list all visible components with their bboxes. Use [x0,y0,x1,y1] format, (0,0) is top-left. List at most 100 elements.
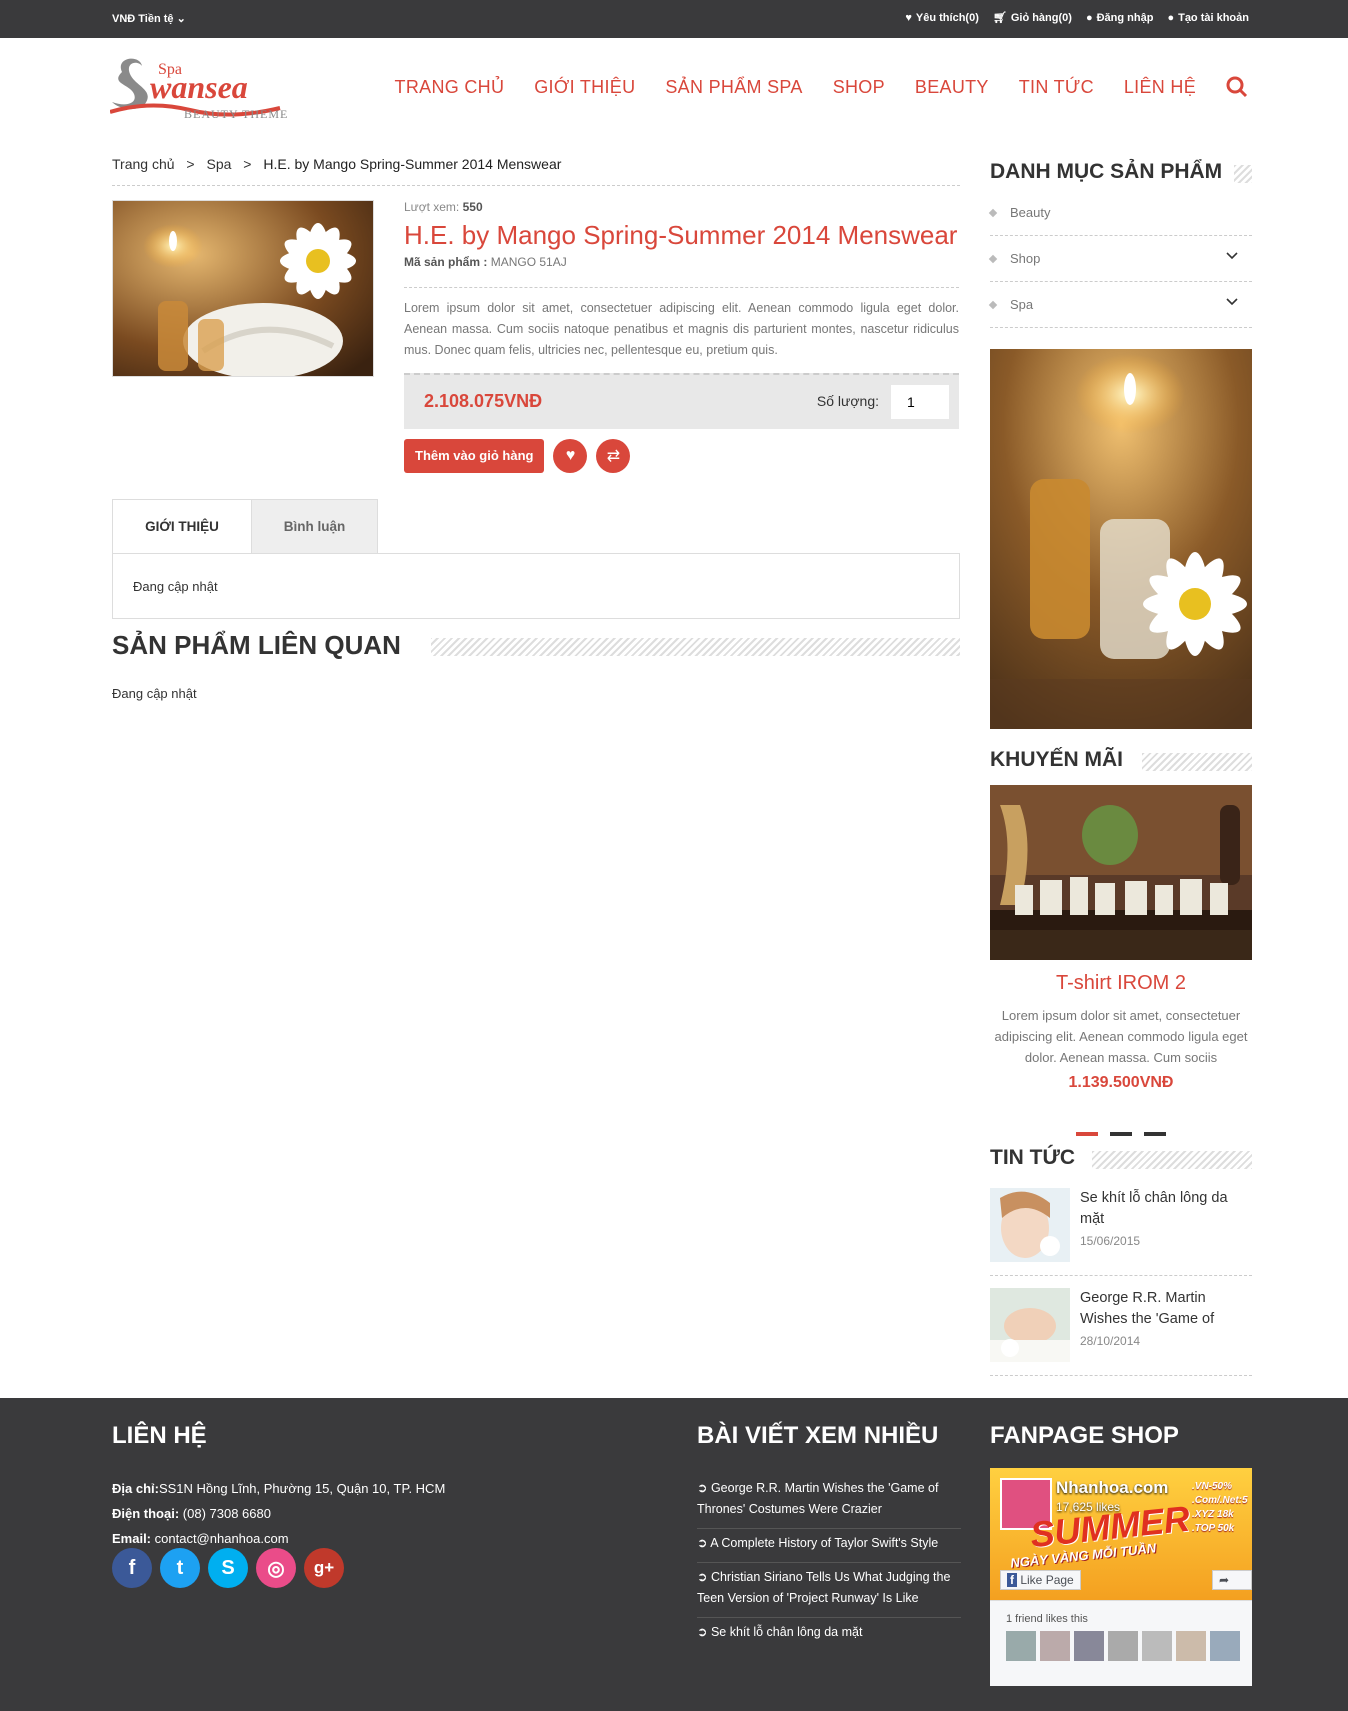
nav-shop[interactable]: SHOP [833,77,885,98]
sidebar-promotions: KHUYẾN MÃI T-shirt IROM 2 Lorem ipsum do… [990,748,1252,1136]
popular-post-item[interactable]: ➲ Se khít lỗ chân lông da mặt [697,1618,961,1651]
site-footer: LIÊN HỆ Địa chỉ:SS1N Hồng Lĩnh, Phường 1… [0,1398,1348,1711]
nav-news[interactable]: TIN TỨC [1019,77,1094,98]
breadcrumb-home[interactable]: Trang chủ [112,156,175,172]
avatar[interactable] [1210,1631,1240,1661]
nav-about[interactable]: GIỚI THIỆU [534,77,635,98]
news-title-link[interactable]: George R.R. Martin Wishes the 'Game of [1080,1288,1252,1330]
tab-comments[interactable]: Bình luận [252,499,378,553]
add-to-cart-button[interactable]: Thêm vào giỏ hàng [404,439,545,473]
chevron-right-circle-icon: ➲ [697,1570,711,1584]
currency-selector[interactable]: VNĐ Tiền tệ ⌄ [112,12,186,25]
popular-post-title: Se khít lỗ chân lông da mặt [710,1625,863,1639]
fb-share-button[interactable]: ➦ [1212,1570,1252,1590]
cart-label: Giỏ hàng(0) [1010,11,1072,24]
avatar[interactable] [1108,1631,1138,1661]
fb-like-label: Like Page [1020,1573,1074,1587]
product-tabs: GIỚI THIỆU Bình luận Đang cập nhật [112,499,960,619]
fb-page-name[interactable]: Nhanhoa.com [1056,1478,1168,1498]
site-logo[interactable]: Spa wansea BEAUTY THEME [109,52,300,122]
news-thumbnail[interactable] [990,1288,1070,1362]
category-item-spa[interactable]: Spa [988,282,1252,328]
heading-stripes [1092,1151,1252,1169]
carousel-dot[interactable] [1110,1132,1132,1136]
nav-spa-products[interactable]: SẢN PHẨM SPA [665,77,802,98]
address-label: Địa chỉ: [112,1481,159,1496]
search-icon[interactable] [1226,76,1248,98]
avatar[interactable] [1006,1631,1036,1661]
address-value: SS1N Hồng Lĩnh, Phường 15, Quận 10, TP. … [158,1481,446,1496]
fb-like-button[interactable]: f Like Page [1000,1570,1081,1590]
promotions-title: KHUYẾN MÃI [990,748,1136,772]
chevron-right-circle-icon: ➲ [697,1625,711,1639]
related-products-empty: Đang cập nhật [112,686,197,701]
domain-price: .Com/.Net:5 [1192,1495,1248,1506]
category-label: Beauty [1010,205,1051,220]
news-item[interactable]: George R.R. Martin Wishes the 'Game of 28… [990,1276,1252,1376]
chevron-down-icon: ⌄ [176,13,186,25]
carousel-dot[interactable] [1076,1132,1098,1136]
social-links: f t S ◎ g+ [112,1548,344,1588]
news-thumbnail[interactable] [990,1188,1070,1262]
promo-product-name[interactable]: T-shirt IROM 2 [990,972,1252,995]
add-to-wishlist-button[interactable]: ♥ [553,439,588,473]
avatar[interactable] [1142,1631,1172,1661]
product-info: Lượt xem: 550 H.E. by Mango Spring-Summe… [404,200,959,473]
bullet-icon [988,208,998,217]
google-plus-icon[interactable]: g+ [304,1548,344,1588]
sku-value: MANGO 51AJ [490,255,567,269]
quantity-input[interactable] [891,385,949,419]
popular-post-item[interactable]: ➲ George R.R. Martin Wishes the 'Game of… [697,1474,961,1529]
svg-text:wansea: wansea [150,69,248,105]
chevron-down-icon[interactable] [1226,252,1238,260]
wishlist-link[interactable]: ♥ Yêu thích(0) [905,11,978,24]
related-products-header: SẢN PHẨM LIÊN QUAN [112,630,960,666]
fb-friends: 1 friend likes this [990,1600,1252,1686]
chevron-right-circle-icon: ➲ [697,1481,711,1495]
nav-beauty[interactable]: BEAUTY [915,77,989,98]
fb-friend-avatars [1006,1631,1240,1661]
skype-icon[interactable]: S [208,1548,248,1588]
domain-price: .TOP 50k [1192,1523,1235,1534]
bullet-icon [988,300,998,309]
email-value[interactable]: contact@nhanhoa.com [155,1531,289,1546]
breadcrumb-current: H.E. by Mango Spring-Summer 2014 Menswea… [263,156,562,172]
popular-post-item[interactable]: ➲ A Complete History of Taylor Swift's S… [697,1529,961,1563]
bullet-icon [988,254,998,263]
nav-contact[interactable]: LIÊN HỆ [1124,77,1196,98]
facebook-page-widget[interactable]: Nhanhoa.com 17,625 likes .VN-50% .Com/.N… [990,1468,1252,1686]
breadcrumb-separator: > [186,156,195,172]
avatar[interactable] [1176,1631,1206,1661]
register-link[interactable]: ● Tạo tài khoản [1167,11,1249,24]
chevron-down-icon[interactable] [1226,298,1238,306]
facebook-icon[interactable]: f [112,1548,152,1588]
nav-home[interactable]: TRANG CHỦ [395,77,505,98]
dribbble-icon[interactable]: ◎ [256,1548,296,1588]
site-header: Spa wansea BEAUTY THEME TRANG CHỦ GIỚI T… [0,38,1348,138]
category-item-shop[interactable]: Shop [988,236,1252,282]
fb-friends-text: 1 friend likes this [1006,1613,1088,1625]
breadcrumb-category[interactable]: Spa [206,156,231,172]
product-image[interactable] [112,200,374,377]
avatar[interactable] [1040,1631,1070,1661]
sidebar-categories: DANH MỤC SẢN PHẨM Beauty Shop Spa [988,160,1252,328]
avatar[interactable] [1074,1631,1104,1661]
cart-link[interactable]: 🛒︎ Giỏ hàng(0) [993,11,1072,25]
login-label: Đăng nhập [1096,11,1154,24]
category-item-beauty[interactable]: Beauty [988,190,1252,236]
heading-stripes [1142,753,1252,771]
news-item[interactable]: Se khít lỗ chân lông da mặt 15/06/2015 [990,1176,1252,1276]
svg-text:BEAUTY THEME: BEAUTY THEME [184,107,288,121]
popular-post-item[interactable]: ➲ Christian Siriano Tells Us What Judgin… [697,1563,961,1618]
wishlist-label: Yêu thích(0) [915,11,979,24]
top-bar: VNĐ Tiền tệ ⌄ ♥ Yêu thích(0) 🛒︎ Giỏ hàng(0… [0,0,1348,38]
footer-contact-info: Địa chỉ:SS1N Hồng Lĩnh, Phường 15, Quận … [112,1476,445,1551]
twitter-icon[interactable]: t [160,1548,200,1588]
compare-button[interactable]: ⇄ [596,439,631,473]
news-title-link[interactable]: Se khít lỗ chân lông da mặt [1080,1188,1252,1230]
carousel-dot[interactable] [1144,1132,1166,1136]
promo-image[interactable] [990,785,1252,960]
sidebar-banner[interactable] [990,349,1252,729]
tab-intro[interactable]: GIỚI THIỆU [112,499,252,553]
login-link[interactable]: ● Đăng nhập [1086,11,1154,24]
